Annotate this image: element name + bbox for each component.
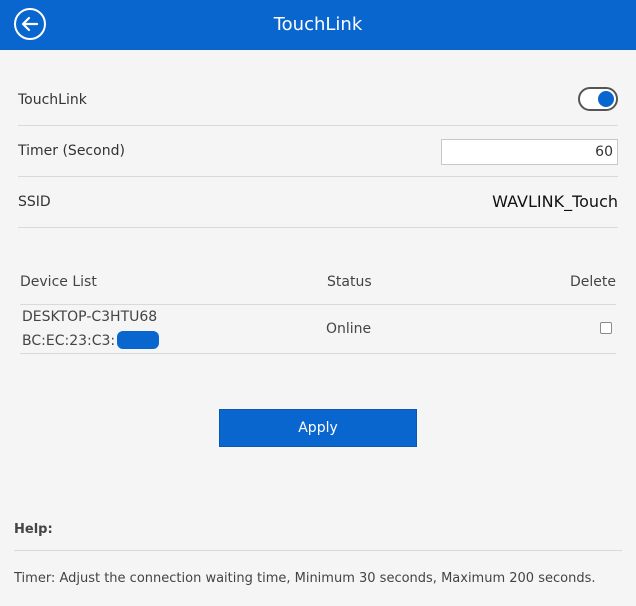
toggle-knob	[598, 91, 614, 107]
timer-label: Timer (Second)	[18, 143, 125, 159]
timer-row: Timer (Second)	[18, 126, 618, 177]
device-status: Online	[326, 321, 372, 337]
ssid-label: SSID	[18, 194, 51, 210]
device-mac: BC:EC:23:C3:	[22, 331, 160, 349]
device-list-header: Device List	[20, 274, 97, 290]
touchlink-row: TouchLink	[18, 75, 618, 126]
header-bar: TouchLink	[0, 0, 636, 50]
device-name: DESKTOP-C3HTU68	[22, 309, 158, 325]
back-button[interactable]	[14, 8, 46, 40]
status-header: Status	[327, 274, 372, 290]
help-divider	[14, 550, 622, 551]
ssid-row: SSID WAVLINK_Touch	[18, 177, 618, 228]
table-row: DESKTOP-C3HTU68 BC:EC:23:C3: Online	[20, 305, 616, 354]
help-text: Timer: Adjust the connection waiting tim…	[14, 571, 596, 586]
ssid-value: WAVLINK_Touch	[492, 192, 618, 211]
touchlink-toggle[interactable]	[578, 87, 618, 111]
delete-checkbox[interactable]	[600, 322, 612, 334]
touchlink-label: TouchLink	[18, 92, 87, 108]
apply-button[interactable]: Apply	[219, 409, 417, 447]
timer-input[interactable]	[441, 139, 618, 165]
delete-header: Delete	[570, 274, 616, 290]
mac-redaction-mask	[117, 331, 160, 349]
arrow-left-circle-icon	[21, 16, 39, 32]
help-title: Help:	[14, 522, 53, 537]
table-header-row: Device List Status Delete	[20, 259, 616, 305]
page-title: TouchLink	[273, 14, 363, 35]
device-mac-text: BC:EC:23:C3:	[22, 333, 116, 349]
